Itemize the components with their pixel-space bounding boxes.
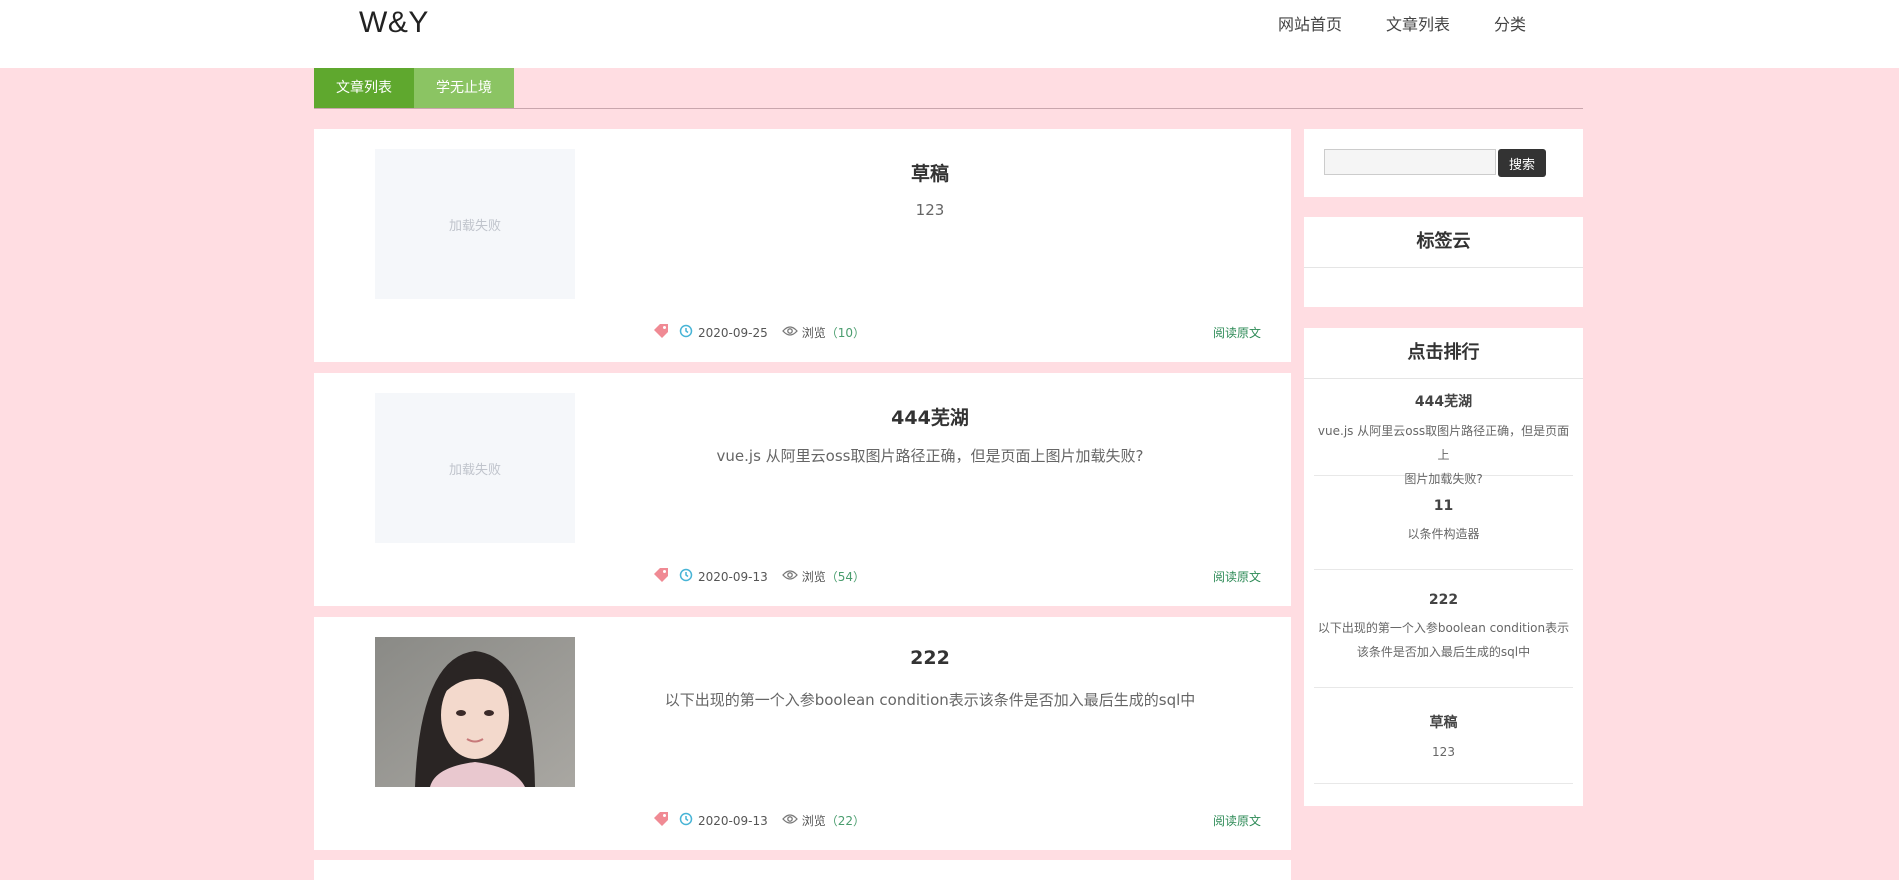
tag-cloud-title: 标签云 <box>1304 217 1583 268</box>
article-meta: 2020-09-13 浏览 （22） <box>653 812 865 829</box>
search-input[interactable] <box>1324 149 1496 175</box>
tab-learning[interactable]: 学无止境 <box>414 68 514 108</box>
eye-icon <box>781 813 798 828</box>
article-thumbnail[interactable]: 加载失败 <box>375 393 575 543</box>
search-button[interactable]: 搜索 <box>1498 149 1546 177</box>
article-card: 加载失败 444芜湖 vue.js 从阿里云oss取图片路径正确，但是页面上图片… <box>314 373 1291 606</box>
search-widget: 搜索 <box>1304 129 1583 197</box>
thumbnail-error-text: 加载失败 <box>448 218 501 234</box>
site-logo[interactable]: W&Y <box>359 6 429 40</box>
article-thumbnail[interactable]: 加载失败 <box>375 149 575 299</box>
ranking-item-title[interactable]: 草稿 <box>1314 700 1573 732</box>
ranking-widget: 点击排行 444芜湖 vue.js 从阿里云oss取图片路径正确，但是页面上 图… <box>1304 328 1583 806</box>
article-card-partial <box>314 860 1291 880</box>
tag-icon <box>653 568 669 585</box>
nav-home[interactable]: 网站首页 <box>1278 14 1342 36</box>
article-meta: 2020-09-25 浏览 （10） <box>653 324 865 341</box>
views-count: （22） <box>825 814 866 828</box>
article-excerpt: 以下出现的第一个入参boolean condition表示该条件是否加入最后生成… <box>664 691 1196 709</box>
category-tabs: 文章列表 学无止境 <box>314 68 514 108</box>
article-excerpt: 123 <box>915 201 945 219</box>
tag-cloud-widget: 标签云 <box>1304 217 1583 307</box>
article-card: 加载失败 草稿 123 2020-09-25 浏览 （10） 阅读原文 <box>314 129 1291 362</box>
portrait-photo <box>375 637 575 787</box>
article-title[interactable]: 222 <box>595 647 1265 669</box>
ranking-item[interactable]: 222 以下出现的第一个入参boolean condition表示 该条件是否加… <box>1314 570 1573 688</box>
ranking-item-title[interactable]: 222 <box>1314 580 1573 608</box>
tab-article-list[interactable]: 文章列表 <box>314 68 414 108</box>
article-card: 222 以下出现的第一个入参boolean condition表示该条件是否加入… <box>314 617 1291 850</box>
history-icon <box>679 324 693 341</box>
ranking-item-desc: 以条件构造器 <box>1314 514 1573 552</box>
article-title[interactable]: 草稿 <box>595 159 1265 186</box>
views-label: 浏览 <box>801 814 826 828</box>
tab-divider <box>314 108 1583 109</box>
ranking-item[interactable]: 草稿 123 <box>1314 688 1573 784</box>
thumbnail-error-text: 加载失败 <box>448 462 501 478</box>
ranking-desc-line: 123 <box>1432 745 1455 759</box>
ranking-title: 点击排行 <box>1304 328 1583 379</box>
read-more-link[interactable]: 阅读原文 <box>1213 568 1261 585</box>
article-date: 2020-09-13 <box>698 569 768 584</box>
tag-icon <box>653 324 669 341</box>
read-more-link[interactable]: 阅读原文 <box>1213 324 1261 341</box>
article-thumbnail[interactable] <box>375 637 575 787</box>
views-label: 浏览 <box>801 326 826 340</box>
eye-icon <box>781 325 798 340</box>
article-date: 2020-09-13 <box>698 813 768 828</box>
eye-icon <box>781 569 798 584</box>
nav-article-list[interactable]: 文章列表 <box>1386 14 1450 36</box>
main-nav: 网站首页 文章列表 分类 <box>1278 14 1570 36</box>
article-excerpt: vue.js 从阿里云oss取图片路径正确，但是页面上图片加载失败? <box>716 447 1144 465</box>
article-meta: 2020-09-13 浏览 （54） <box>653 568 865 585</box>
views-label: 浏览 <box>801 570 826 584</box>
history-icon <box>679 568 693 585</box>
ranking-item-desc: 以下出现的第一个入参boolean condition表示 该条件是否加入最后生… <box>1314 608 1573 670</box>
ranking-desc-line: 以条件构造器 <box>1407 527 1480 541</box>
read-more-link[interactable]: 阅读原文 <box>1213 812 1261 829</box>
ranking-desc-line: vue.js 从阿里云oss取图片路径正确，但是页面上 <box>1317 424 1570 462</box>
article-date: 2020-09-25 <box>698 325 768 340</box>
ranking-item[interactable]: 444芜湖 vue.js 从阿里云oss取图片路径正确，但是页面上 图片加载失败… <box>1314 379 1573 486</box>
views-count: （54） <box>825 570 866 584</box>
site-header: W&Y 网站首页 文章列表 分类 <box>0 0 1899 68</box>
article-title[interactable]: 444芜湖 <box>595 403 1265 430</box>
history-icon <box>679 812 693 829</box>
views-count: （10） <box>825 326 866 340</box>
ranking-item-desc: 123 <box>1314 732 1573 770</box>
nav-category[interactable]: 分类 <box>1494 14 1526 36</box>
ranking-desc-line: 以下出现的第一个入参boolean condition表示 <box>1317 621 1570 635</box>
ranking-desc-line: 该条件是否加入最后生成的sql中 <box>1356 645 1531 659</box>
ranking-item-title[interactable]: 444芜湖 <box>1314 379 1573 411</box>
tag-icon <box>653 812 669 829</box>
